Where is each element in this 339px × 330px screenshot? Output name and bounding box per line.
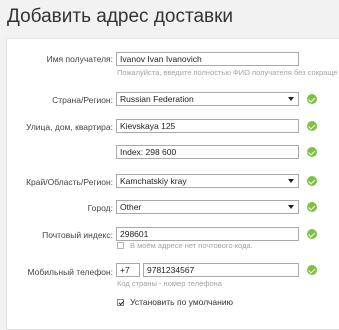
valid-check-icon (307, 202, 317, 212)
city-select[interactable]: Other (116, 200, 299, 214)
page-title: Добавить адрес доставки (7, 6, 234, 27)
valid-check-icon (307, 229, 317, 239)
region-select[interactable]: Kamchatskiy kray (116, 174, 299, 188)
recipient-label: Имя получателя: (46, 54, 113, 64)
phone-label: Мобильный телефон: (27, 267, 113, 277)
recipient-input[interactable]: Ivanov Ivan Ivanovich (116, 52, 299, 66)
valid-check-icon (307, 176, 317, 186)
city-select-value: Other (120, 202, 142, 212)
valid-check-icon (307, 94, 317, 104)
set-default-checkbox[interactable] (117, 299, 124, 306)
valid-check-icon (307, 147, 317, 157)
phone-country-code-input[interactable]: +7 (116, 263, 140, 277)
valid-check-icon (307, 121, 317, 131)
phone-hint: Код страны - номер телефона (117, 279, 222, 288)
recipient-hint: Пожалуйста, введите полностью ФИО получа… (117, 68, 338, 77)
postal-input[interactable]: 298601 (116, 227, 299, 241)
no-postal-label: В моём адресе нет почтового кода. (130, 241, 253, 250)
phone-number-input[interactable]: 9781234567 (143, 263, 299, 277)
region-label: Край/Область/Регион: (26, 177, 113, 187)
country-select-value: Russian Federation (120, 94, 194, 104)
set-default-label: Установить по умолчанию (130, 297, 233, 307)
street-line2-input[interactable]: Index: 298 600 (116, 145, 299, 159)
country-select[interactable]: Russian Federation (116, 92, 299, 106)
no-postal-checkbox[interactable] (117, 242, 124, 249)
city-label: Город: (87, 203, 113, 213)
street-input[interactable]: Kievskaya 125 (116, 119, 299, 133)
chevron-down-icon (288, 179, 294, 183)
chevron-down-icon (288, 97, 294, 101)
street-label: Улица, дом, квартира: (26, 122, 113, 132)
region-select-value: Kamchatskiy kray (120, 176, 187, 186)
postal-label: Почтовый индекс: (42, 230, 113, 240)
chevron-down-icon (288, 205, 294, 209)
valid-check-icon (307, 265, 317, 275)
country-label: Страна/Регион: (52, 95, 113, 105)
